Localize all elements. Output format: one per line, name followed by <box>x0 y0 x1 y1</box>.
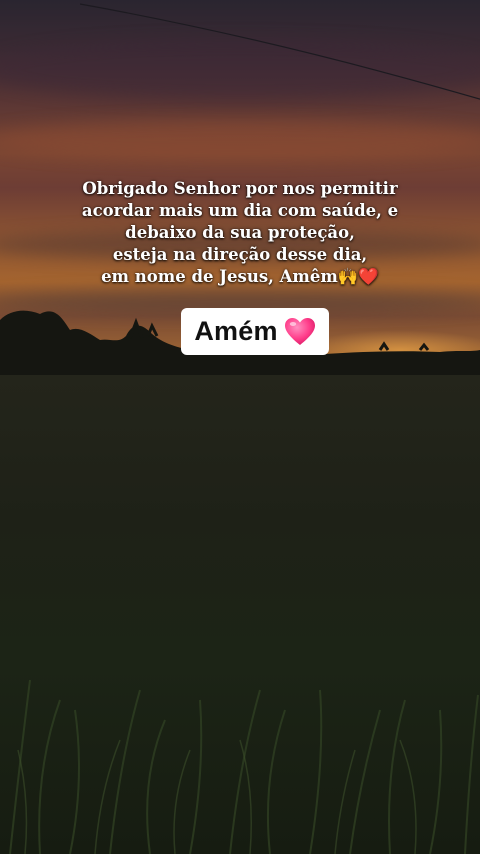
caption-line: Obrigado Senhor por nos permitir <box>82 179 398 198</box>
grass-foreground <box>9 679 479 854</box>
caption-line: esteja na direção desse dia, <box>112 245 368 264</box>
caption-line: em nome de Jesus, Amêm🙌❤️ <box>101 267 379 286</box>
story-background: Obrigado Senhor por nos permitir acordar… <box>0 0 480 854</box>
sky-cloud <box>0 120 480 160</box>
prayer-caption: Obrigado Senhor por nos permitir acordar… <box>20 178 460 288</box>
caption-line: acordar mais um dia com saúde, e <box>81 201 399 220</box>
amen-sticker-label: Amém <box>194 316 278 346</box>
pink-heart-icon <box>284 317 315 345</box>
power-line <box>80 3 480 100</box>
caption-line: debaixo da sua proteção, <box>125 223 355 242</box>
amen-sticker-button[interactable]: Amém <box>181 308 329 355</box>
